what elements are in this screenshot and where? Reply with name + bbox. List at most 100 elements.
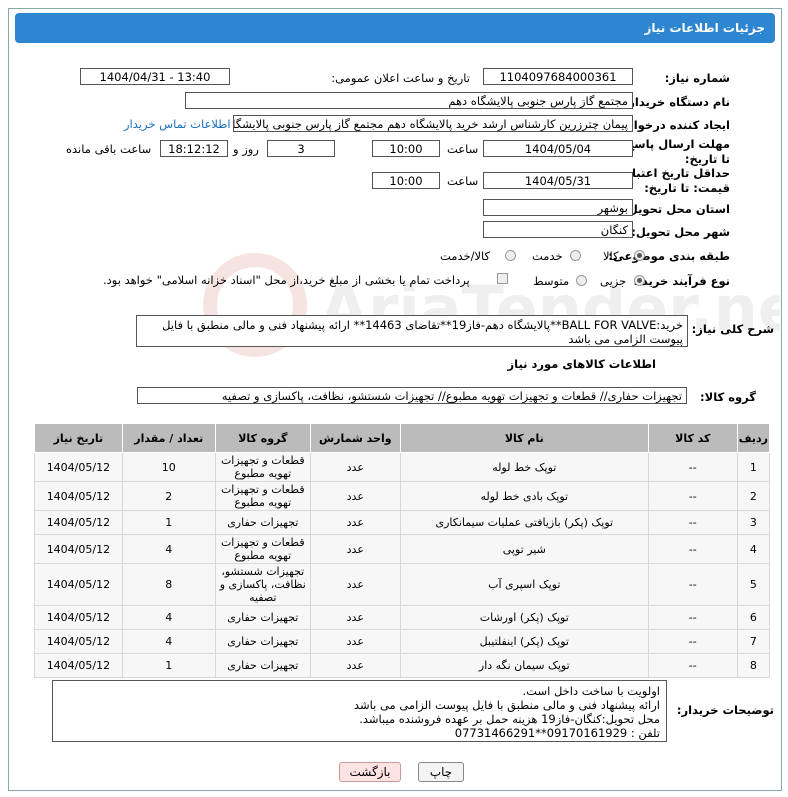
cell-row-no: 7 <box>736 629 771 654</box>
buyer-notes-line-2: ارائه پیشنهاد فنی و مالی منطبق با فایل پ… <box>353 698 660 712</box>
category-goods-label: کالا <box>603 249 619 263</box>
cell-need-date: 1404/05/12 <box>34 605 123 630</box>
cell-unit: عدد <box>309 534 401 564</box>
buyer-notes-line-4: تلفن : 09170161929**07731466291 <box>454 726 660 740</box>
items-table: ردیف کد کالا نام کالا واحد شمارش گروه کا… <box>34 423 771 678</box>
buyer-contact-link[interactable]: اطلاعات تماس خریدار <box>124 117 231 131</box>
header-goods-code: کد کالا <box>647 423 738 453</box>
cell-quantity: 1 <box>121 510 216 535</box>
announce-label: تاریخ و ساعت اعلان عمومی: <box>331 71 470 85</box>
cell-goods-group: تجهیزات حفاری <box>214 510 311 535</box>
buyer-org-label: نام دستگاه خریدار: <box>623 95 730 109</box>
need-number-field: 1104097684000361 <box>483 68 633 85</box>
buyer-notes-line-3: محل تحویل:کنگان-فاز19 هزینه حمل بر عهده … <box>359 712 660 726</box>
goods-group-field: تجهیزات حفاری// قطعات و تجهیزات تهویه مط… <box>137 387 687 404</box>
page-header: جزئیات اطلاعات نیاز <box>15 13 775 43</box>
city-field: کنگان <box>483 221 633 238</box>
description-label: شرح کلی نیاز: <box>691 322 774 336</box>
deadline-time-field: 10:00 <box>372 140 440 157</box>
treasury-payment-checkbox[interactable] <box>497 273 508 284</box>
cell-row-no: 5 <box>736 563 771 606</box>
cell-goods-name: توپک خط لوله <box>399 452 649 482</box>
cell-unit: عدد <box>309 629 401 654</box>
back-button[interactable]: بازگشت <box>339 762 401 782</box>
cell-goods-name: توپک اسپری آب <box>399 563 649 606</box>
cell-need-date: 1404/05/12 <box>34 481 123 511</box>
cell-goods-group: قطعات و تجهیزات تهویه مطبوع <box>214 534 311 564</box>
cell-unit: عدد <box>309 653 401 678</box>
cell-goods-group: تجهیزات شستشو، نظافت، پاکسازی و تصفیه <box>214 563 311 606</box>
table-row: 5 -- توپک اسپری آب عدد تجهیزات شستشو، نظافت،… <box>34 563 771 606</box>
validity-date-field: 1404/05/31 <box>483 172 633 189</box>
process-partial-label: جزیی <box>600 274 627 288</box>
header-goods-name: نام کالا <box>399 423 649 453</box>
buyer-notes-line-1: اولویت با ساخت داخل است. <box>522 684 660 698</box>
category-both-label: کالا/خدمت <box>440 249 491 263</box>
process-medium-radio[interactable] <box>576 275 587 286</box>
province-label: استان محل تحویل: <box>623 202 730 216</box>
process-medium-label: متوسط <box>533 274 570 288</box>
process-partial-radio[interactable] <box>634 275 645 286</box>
announce-field: 1404/04/31 - 13:40 <box>80 68 230 85</box>
description-line-2: پیوست الزامی می باشد <box>568 332 683 346</box>
description-textarea[interactable]: خرید:BALL FOR VALVE**پالایشگاه دهم-فاز19… <box>136 315 688 347</box>
deadline-label: مهلت ارسال پاسخ: تا تاریخ: <box>621 137 730 166</box>
cell-goods-code: -- <box>647 605 738 630</box>
deadline-time-label: ساعت <box>447 142 479 156</box>
cell-goods-code: -- <box>647 563 738 606</box>
process-label: نوع فرآیند خرید : <box>633 274 730 288</box>
cell-goods-code: -- <box>647 534 738 564</box>
cell-goods-code: -- <box>647 653 738 678</box>
cell-row-no: 6 <box>736 605 771 630</box>
cell-goods-name: توپک (پکر) بازیافتی عملیات سیمانکاری <box>399 510 649 535</box>
cell-need-date: 1404/05/12 <box>34 629 123 654</box>
cell-goods-name: توپک (پکر) اینفلتیبل <box>399 629 649 654</box>
header-need-date: تاریخ نیاز <box>34 423 123 453</box>
category-service-radio[interactable] <box>570 250 581 261</box>
page-title: جزئیات اطلاعات نیاز <box>644 21 765 35</box>
cell-quantity: 4 <box>121 605 216 630</box>
category-goods-radio[interactable] <box>634 250 645 261</box>
city-label: شهر محل تحویل: <box>631 225 730 239</box>
province-field: بوشهر <box>483 199 633 216</box>
cell-quantity: 2 <box>121 481 216 511</box>
cell-goods-code: -- <box>647 452 738 482</box>
validity-time-field: 10:00 <box>372 172 440 189</box>
need-number-label: شماره نیاز: <box>664 71 730 85</box>
buyer-notes-label: توضیحات خریدار: <box>676 703 774 717</box>
cell-unit: عدد <box>309 605 401 630</box>
cell-quantity: 4 <box>121 629 216 654</box>
table-row: 3 -- توپک (پکر) بازیافتی عملیات سیمانکاری ع… <box>34 510 771 535</box>
cell-goods-code: -- <box>647 510 738 535</box>
category-service-label: خدمت <box>532 249 563 263</box>
cell-row-no: 4 <box>736 534 771 564</box>
table-row: 4 -- شیر توپی عدد قطعات و تجهیزات تهویه مطبو… <box>34 534 771 564</box>
validity-time-label: ساعت <box>447 174 479 188</box>
description-line-1: خرید:BALL FOR VALVE**پالایشگاه دهم-فاز19… <box>162 318 683 332</box>
cell-goods-group: تجهیزات حفاری <box>214 653 311 678</box>
cell-goods-group: تجهیزات حفاری <box>214 605 311 630</box>
cell-unit: عدد <box>309 452 401 482</box>
table-row: 7 -- توپک (پکر) اینفلتیبل عدد تجهیزات حفاری 4… <box>34 629 771 654</box>
table-row: 8 -- توپک سیمان نگه دار عدد تجهیزات حفاری 1 14… <box>34 653 771 678</box>
goods-info-title: اطلاعات کالاهای مورد نیاز <box>507 357 656 371</box>
print-button[interactable]: چاپ <box>418 762 464 782</box>
cell-goods-name: توپک سیمان نگه دار <box>399 653 649 678</box>
cell-unit: عدد <box>309 563 401 606</box>
cell-need-date: 1404/05/12 <box>34 510 123 535</box>
cell-need-date: 1404/05/12 <box>34 452 123 482</box>
cell-quantity: 10 <box>121 452 216 482</box>
header-row-no: ردیف <box>736 423 771 453</box>
cell-need-date: 1404/05/12 <box>34 534 123 564</box>
cell-goods-name: توپک بادی خط لوله <box>399 481 649 511</box>
header-goods-group: گروه کالا <box>214 423 311 453</box>
buyer-notes-textarea[interactable]: اولویت با ساخت داخل است. ارائه پیشنهاد ف… <box>52 680 667 742</box>
buyer-org-field: مجتمع گاز پارس جنوبی پالایشگاه دهم <box>185 92 633 109</box>
cell-goods-code: -- <box>647 629 738 654</box>
category-both-radio[interactable] <box>505 250 516 261</box>
cell-goods-group: تجهیزات حفاری <box>214 629 311 654</box>
cell-goods-name: شیر توپی <box>399 534 649 564</box>
cell-goods-group: قطعات و تجهیزات تهویه مطبوع <box>214 481 311 511</box>
days-label: روز و <box>233 142 259 156</box>
cell-row-no: 8 <box>736 653 771 678</box>
